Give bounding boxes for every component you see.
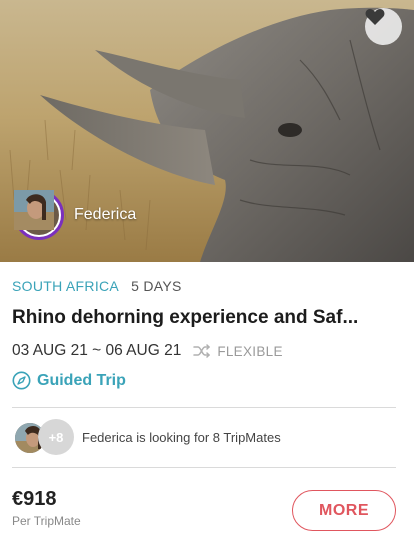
shuffle-icon xyxy=(193,344,211,358)
trip-hero-image[interactable]: Federica xyxy=(0,0,414,262)
compass-icon xyxy=(12,371,31,390)
favorite-button[interactable] xyxy=(365,8,402,45)
host-info[interactable]: Federica xyxy=(14,190,136,240)
trip-details: SOUTH AFRICA 5 DAYS Rhino dehorning expe… xyxy=(12,262,402,390)
trip-duration: 5 DAYS xyxy=(131,278,182,294)
host-avatar[interactable] xyxy=(14,190,64,240)
host-name: Federica xyxy=(74,206,137,223)
heart-icon xyxy=(365,9,385,25)
tripmates-more-count: +8 xyxy=(38,419,74,455)
trip-dates: 03 AUG 21 ~ 06 AUG 21 xyxy=(12,342,182,359)
divider xyxy=(12,467,396,468)
tripmates-row[interactable]: +8 Federica is looking for 8 TripMates xyxy=(14,419,281,455)
trip-country: SOUTH AFRICA xyxy=(12,278,120,294)
trip-title[interactable]: Rhino dehorning experience and Saf... xyxy=(12,307,398,329)
flexible-label: FLEXIBLE xyxy=(217,343,283,359)
trip-type: Guided Trip xyxy=(37,371,126,389)
divider xyxy=(12,407,396,408)
tripmates-text: Federica is looking for 8 TripMates xyxy=(82,429,281,445)
trip-price: €918 xyxy=(12,488,57,510)
price-unit: Per TripMate xyxy=(12,514,81,528)
more-button[interactable]: MORE xyxy=(292,490,396,531)
